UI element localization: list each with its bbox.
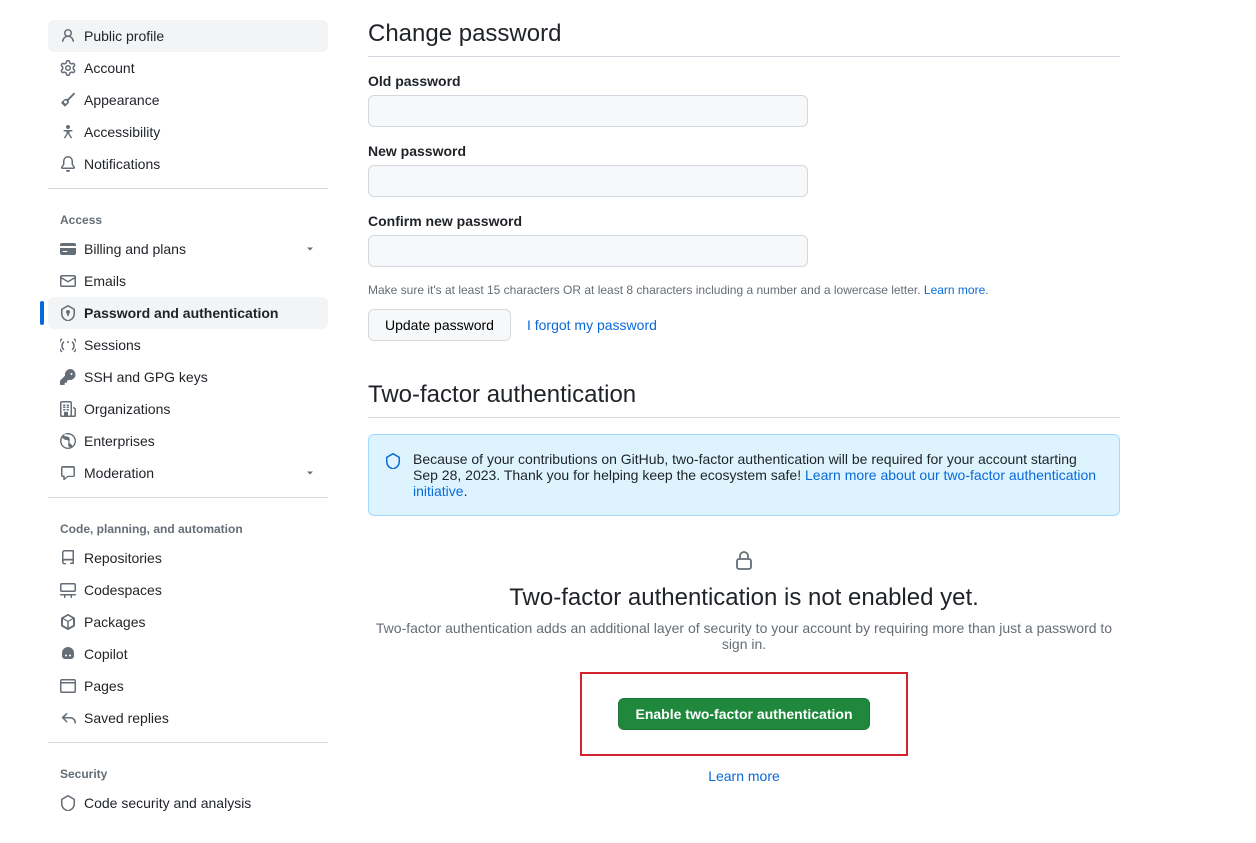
sidebar-label: Repositories [84, 550, 316, 566]
tfa-not-enabled-block: Two-factor authentication is not enabled… [368, 548, 1120, 784]
sidebar-item-password-auth[interactable]: Password and authentication [48, 297, 328, 329]
sidebar-item-emails[interactable]: Emails [48, 265, 328, 297]
credit-card-icon [60, 241, 76, 257]
sidebar-label: Code security and analysis [84, 795, 316, 811]
new-password-input[interactable] [368, 165, 808, 197]
change-password-heading: Change password [368, 20, 1120, 57]
old-password-group: Old password [368, 73, 1120, 127]
sidebar-label: Pages [84, 678, 316, 694]
section-title-access: Access [48, 205, 328, 233]
chevron-down-icon [304, 243, 316, 255]
section-title-code: Code, planning, and automation [48, 514, 328, 542]
sidebar-label: Enterprises [84, 433, 316, 449]
shield-lock-icon [60, 305, 76, 321]
password-hint-link[interactable]: Learn more [924, 283, 985, 297]
globe-icon [60, 433, 76, 449]
sidebar-item-sessions[interactable]: Sessions [48, 329, 328, 361]
sidebar-label: Sessions [84, 337, 316, 353]
tfa-heading: Two-factor authentication [368, 381, 1120, 418]
sidebar-item-repositories[interactable]: Repositories [48, 542, 328, 574]
browser-icon [60, 678, 76, 694]
comment-icon [60, 465, 76, 481]
sidebar-item-public-profile[interactable]: Public profile [48, 20, 328, 52]
tfa-learn-more-link[interactable]: Learn more [708, 768, 780, 784]
section-title-security: Security [48, 759, 328, 787]
sidebar-section-profile: Public profile Account Appearance Access… [48, 20, 328, 189]
sidebar-label: Billing and plans [84, 241, 304, 257]
sidebar-item-appearance[interactable]: Appearance [48, 84, 328, 116]
sidebar-item-billing[interactable]: Billing and plans [48, 233, 328, 265]
sidebar-label: SSH and GPG keys [84, 369, 316, 385]
sidebar-label: Account [84, 60, 316, 76]
package-icon [60, 614, 76, 630]
new-password-label: New password [368, 143, 1120, 159]
sidebar-label: Public profile [84, 28, 316, 44]
accessibility-icon [60, 124, 76, 140]
key-icon [60, 369, 76, 385]
sidebar-label: Appearance [84, 92, 316, 108]
old-password-input[interactable] [368, 95, 808, 127]
sidebar-label: Password and authentication [84, 305, 316, 321]
shield-icon [60, 795, 76, 811]
sidebar-item-codespaces[interactable]: Codespaces [48, 574, 328, 606]
confirm-password-input[interactable] [368, 235, 808, 267]
bell-icon [60, 156, 76, 172]
sidebar-label: Codespaces [84, 582, 316, 598]
sidebar-label: Copilot [84, 646, 316, 662]
password-hint: Make sure it's at least 15 characters OR… [368, 283, 1120, 297]
confirm-password-group: Confirm new password [368, 213, 1120, 267]
main-content: Change password Old password New passwor… [368, 20, 1168, 843]
broadcast-icon [60, 337, 76, 353]
sidebar-section-code: Code, planning, and automation Repositor… [48, 514, 328, 743]
reply-icon [60, 710, 76, 726]
chevron-down-icon [304, 467, 316, 479]
sidebar-item-ssh-keys[interactable]: SSH and GPG keys [48, 361, 328, 393]
enable-tfa-highlight: Enable two-factor authentication [580, 672, 907, 756]
shield-info-icon [385, 453, 401, 469]
sidebar-label: Emails [84, 273, 316, 289]
sidebar-label: Packages [84, 614, 316, 630]
tfa-subtitle: Two-factor authentication adds an additi… [368, 620, 1120, 652]
sidebar-item-saved-replies[interactable]: Saved replies [48, 702, 328, 734]
password-hint-text: Make sure it's at least 15 characters OR… [368, 283, 924, 297]
sidebar-item-pages[interactable]: Pages [48, 670, 328, 702]
old-password-label: Old password [368, 73, 1120, 89]
sidebar-item-copilot[interactable]: Copilot [48, 638, 328, 670]
repo-icon [60, 550, 76, 566]
sidebar-label: Moderation [84, 465, 304, 481]
sidebar-item-code-security[interactable]: Code security and analysis [48, 787, 328, 819]
mail-icon [60, 273, 76, 289]
sidebar-label: Notifications [84, 156, 316, 172]
sidebar-item-moderation[interactable]: Moderation [48, 457, 328, 489]
gear-icon [60, 60, 76, 76]
codespaces-icon [60, 582, 76, 598]
sidebar-item-packages[interactable]: Packages [48, 606, 328, 638]
tfa-required-banner: Because of your contributions on GitHub,… [368, 434, 1120, 516]
person-icon [60, 28, 76, 44]
sidebar-item-organizations[interactable]: Organizations [48, 393, 328, 425]
sidebar-item-enterprises[interactable]: Enterprises [48, 425, 328, 457]
forgot-password-link[interactable]: I forgot my password [527, 317, 657, 333]
sidebar-label: Saved replies [84, 710, 316, 726]
enable-tfa-button[interactable]: Enable two-factor authentication [618, 698, 869, 730]
password-actions: Update password I forgot my password [368, 309, 1120, 341]
tfa-not-enabled-title: Two-factor authentication is not enabled… [368, 584, 1120, 612]
sidebar-label: Accessibility [84, 124, 316, 140]
paintbrush-icon [60, 92, 76, 108]
sidebar-item-notifications[interactable]: Notifications [48, 148, 328, 180]
sidebar-section-security: Security Code security and analysis [48, 759, 328, 827]
sidebar-label: Organizations [84, 401, 316, 417]
lock-icon [732, 548, 756, 572]
organization-icon [60, 401, 76, 417]
banner-text-wrap: Because of your contributions on GitHub,… [413, 451, 1103, 499]
sidebar-section-access: Access Billing and plans Emails [48, 205, 328, 498]
copilot-icon [60, 646, 76, 662]
new-password-group: New password [368, 143, 1120, 197]
settings-sidebar: Public profile Account Appearance Access… [48, 20, 328, 843]
update-password-button[interactable]: Update password [368, 309, 511, 341]
confirm-password-label: Confirm new password [368, 213, 1120, 229]
sidebar-item-accessibility[interactable]: Accessibility [48, 116, 328, 148]
sidebar-item-account[interactable]: Account [48, 52, 328, 84]
